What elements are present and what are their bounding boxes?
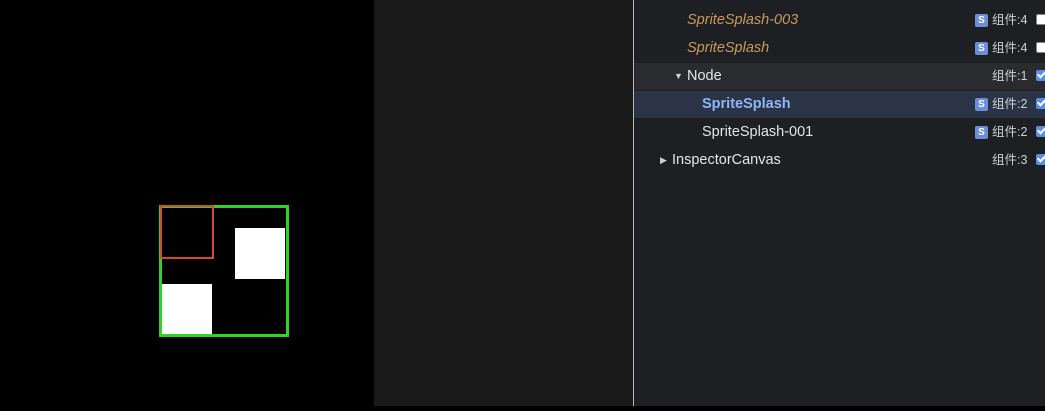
component-count: 组件:2	[992, 97, 1028, 111]
script-component-icon: S	[975, 42, 988, 55]
hierarchy-panel[interactable]: SpriteSplash-003 S 组件:4 SpriteSplash S 组…	[634, 0, 1045, 406]
script-component-icon: S	[975, 98, 988, 111]
empty-panel	[374, 0, 633, 406]
node-label: SpriteSplash-001	[702, 124, 814, 140]
active-checkbox[interactable]	[1036, 42, 1045, 53]
component-count: 组件:1	[992, 69, 1028, 83]
node-label: SpriteSplash-003	[687, 12, 799, 28]
component-count: 组件:4	[992, 13, 1028, 27]
tree-row-inspectorcanvas[interactable]: ▶ InspectorCanvas 组件:3	[634, 147, 1045, 174]
active-checkbox[interactable]	[1036, 98, 1045, 109]
tree-row-spritesplash-001[interactable]: SpriteSplash-001 S 组件:2	[634, 119, 1045, 146]
node-label: SpriteSplash	[687, 40, 770, 56]
scene-background	[0, 0, 374, 406]
sprite-splash-a[interactable]	[235, 228, 285, 279]
tree-row-spritesplash-prefab[interactable]: SpriteSplash S 组件:4	[634, 35, 1045, 62]
active-checkbox[interactable]	[1036, 126, 1045, 137]
active-checkbox[interactable]	[1036, 154, 1045, 165]
tree-row-spritesplash-003[interactable]: SpriteSplash-003 S 组件:4	[634, 7, 1045, 34]
sprite-splash-b[interactable]	[162, 284, 212, 334]
script-component-icon: S	[975, 14, 988, 27]
scene-viewport[interactable]	[0, 0, 374, 406]
active-checkbox[interactable]	[1036, 70, 1045, 81]
component-count: 组件:2	[992, 125, 1028, 139]
active-checkbox[interactable]	[1036, 14, 1045, 25]
expand-right-arrow-icon[interactable]: ▶	[660, 147, 667, 174]
component-count: 组件:4	[992, 41, 1028, 55]
expand-down-arrow-icon[interactable]: ▼	[674, 63, 683, 90]
tree-row-spritesplash-selected[interactable]: SpriteSplash S 组件:2	[634, 91, 1045, 118]
tree-row-node[interactable]: ▼ Node 组件:1	[634, 63, 1045, 90]
node-label: SpriteSplash	[702, 96, 791, 112]
node-label: Node	[687, 68, 722, 84]
scene-canvas[interactable]	[0, 0, 374, 406]
component-count: 组件:3	[992, 153, 1028, 167]
script-component-icon: S	[975, 126, 988, 139]
node-label: InspectorCanvas	[672, 152, 781, 168]
